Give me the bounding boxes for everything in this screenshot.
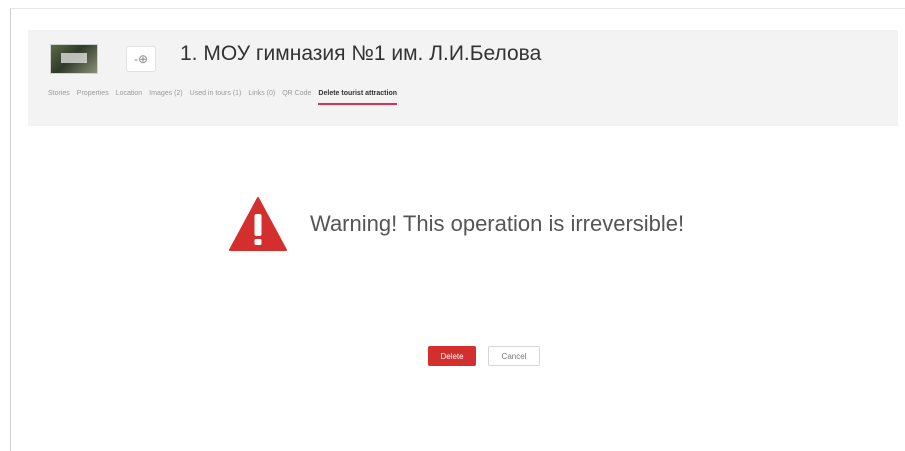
page-title: 1. МОУ гимназия №1 им. Л.И.Белова xyxy=(180,42,542,65)
tab-delete-tourist-attraction[interactable]: Delete tourist attraction xyxy=(318,90,397,105)
tab-properties[interactable]: Properties xyxy=(77,90,109,105)
cancel-button[interactable]: Cancel xyxy=(488,346,540,366)
warning-text: Warning! This operation is irreversible! xyxy=(310,211,685,236)
tab-qr-code[interactable]: QR Code xyxy=(282,90,311,105)
tab-stories[interactable]: Stories xyxy=(48,90,70,105)
tab-bar: Stories Properties Location Images (2) U… xyxy=(48,90,397,105)
map-pin-button[interactable]: -⊕ xyxy=(126,46,156,72)
warning-triangle-icon xyxy=(229,197,287,251)
warning-message: Warning! This operation is irreversible! xyxy=(228,196,684,252)
page-header: -⊕ 1. МОУ гимназия №1 им. Л.И.Белова Sto… xyxy=(28,30,898,126)
tab-used-in-tours[interactable]: Used in tours (1) xyxy=(190,90,242,105)
attraction-thumbnail[interactable] xyxy=(50,44,98,74)
tab-images[interactable]: Images (2) xyxy=(149,90,182,105)
tab-links[interactable]: Links (0) xyxy=(248,90,275,105)
delete-button[interactable]: Delete xyxy=(428,346,476,366)
tab-location[interactable]: Location xyxy=(116,90,142,105)
